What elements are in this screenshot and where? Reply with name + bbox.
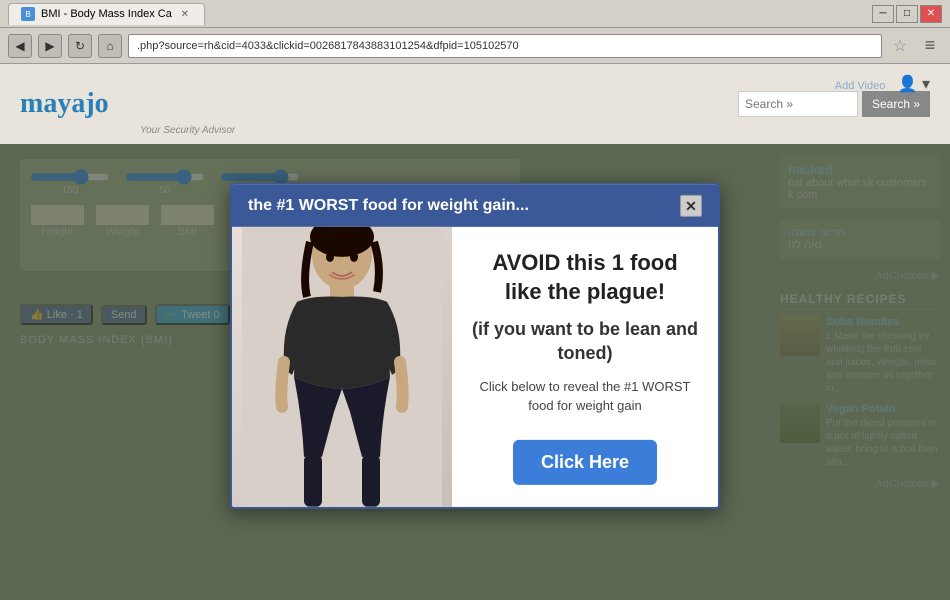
add-video-link[interactable]: Add Video [835, 80, 886, 92]
popup-modal: the #1 WORST food for weight gain... ✕ [230, 183, 720, 509]
address-bar[interactable]: .php?source=rh&cid=4033&clickid=00268178… [128, 34, 882, 58]
woman-figure [242, 227, 442, 507]
popup-main-text: AVOID this 1 food like the plague! [472, 249, 698, 306]
popup-close-button[interactable]: ✕ [680, 195, 702, 217]
popup-header: the #1 WORST food for weight gain... ✕ [232, 185, 718, 227]
user-icon[interactable]: 👤 ▾ [898, 76, 930, 93]
popup-body: AVOID this 1 food like the plague! (if y… [232, 227, 718, 507]
window-controls: ─ □ ✕ [872, 5, 942, 23]
browser-titlebar: B BMI - Body Mass Index Ca ✕ ─ □ ✕ [0, 0, 950, 28]
forward-button[interactable]: ▶ [38, 34, 62, 58]
website-content: mayajo Your Security Advisor Search » Ad… [0, 64, 950, 600]
home-button[interactable]: ⌂ [98, 34, 122, 58]
search-button[interactable]: Search » [862, 91, 930, 117]
logo-suffix: jo [85, 88, 108, 119]
popup-text-area: AVOID this 1 food like the plague! (if y… [452, 227, 718, 507]
site-header: mayajo Your Security Advisor Search » Ad… [0, 64, 950, 144]
bookmark-button[interactable]: ☆ [888, 34, 912, 58]
browser-toolbar: ◀ ▶ ↻ ⌂ .php?source=rh&cid=4033&clickid=… [0, 28, 950, 64]
tab-favicon: B [21, 7, 35, 21]
popup-cta-button[interactable]: Click Here [513, 440, 657, 485]
popup-image-area [232, 227, 452, 507]
header-links: Add Video 👤 ▾ [835, 74, 930, 94]
back-button[interactable]: ◀ [8, 34, 32, 58]
logo-text: maya [20, 88, 85, 119]
close-button[interactable]: ✕ [920, 5, 942, 23]
tab-title: BMI - Body Mass Index Ca [41, 8, 172, 20]
minimize-button[interactable]: ─ [872, 5, 894, 23]
reload-button[interactable]: ↻ [68, 34, 92, 58]
maximize-button[interactable]: □ [896, 5, 918, 23]
site-search: Search » [738, 91, 930, 117]
site-tagline: Your Security Advisor [140, 125, 235, 136]
popup-header-text: the #1 WORST food for weight gain... [248, 197, 529, 215]
popup-reveal-text: Click below to reveal the #1 WORST food … [472, 377, 698, 416]
menu-button[interactable]: ≡ [918, 34, 942, 58]
site-logo: mayajo [20, 88, 109, 120]
tab-close-button[interactable]: ✕ [178, 7, 192, 21]
search-input[interactable] [738, 91, 858, 117]
popup-sub-text: (if you want to be lean and toned) [472, 318, 698, 365]
browser-tab[interactable]: B BMI - Body Mass Index Ca ✕ [8, 3, 205, 25]
page-area: 150 50 18 161.0 Height [0, 144, 950, 600]
address-text: .php?source=rh&cid=4033&clickid=00268178… [137, 40, 519, 52]
